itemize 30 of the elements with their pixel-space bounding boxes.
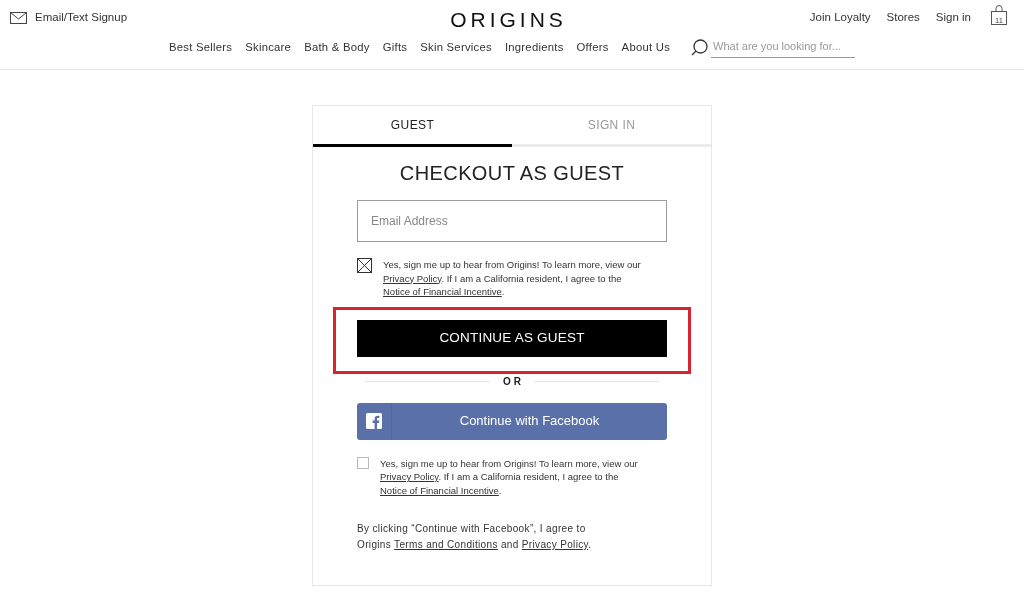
- legal-note: By clicking “Continue with Facebook”, I agree to Origins Terms and Conditions and Privacy Policy.: [357, 522, 593, 552]
- f-logo-icon: [366, 413, 382, 429]
- account-link[interactable]: Stores: [886, 9, 920, 27]
- text-link[interactable]: Terms and Conditions: [394, 539, 498, 550]
- nav-link[interactable]: Ingredients: [504, 39, 564, 57]
- nav-link[interactable]: Best Sellers: [168, 39, 233, 57]
- account-link[interactable]: Join Loyalty: [809, 9, 871, 27]
- facebook-button[interactable]: Continue with Facebook: [357, 402, 667, 440]
- shopping-bag-icon[interactable]: [991, 5, 1007, 25]
- nav-link[interactable]: About Us: [621, 39, 671, 57]
- signup-link[interactable]: Email/Text Signup: [10, 9, 128, 27]
- consent-text: Yes, sign me up to hear from Origins! To learn more, view our Privacy Policy. If I am a California resident, I agree to the Notice of Financial Incentive.: [383, 258, 642, 299]
- divider-text: OR: [502, 375, 524, 388]
- search-icon: [691, 39, 709, 57]
- nav-link[interactable]: Skin Services: [420, 39, 492, 57]
- account-link[interactable]: Sign in: [935, 9, 971, 27]
- email-field[interactable]: Email Address: [357, 200, 667, 242]
- nav-link[interactable]: Offers: [576, 39, 609, 57]
- envelope-icon: [10, 11, 27, 24]
- form-title: CHECKOUT AS GUEST: [398, 161, 626, 185]
- text-link[interactable]: Notice of Financial Incentive: [383, 286, 502, 297]
- text-link[interactable]: Notice of Financial Incentive: [380, 484, 499, 496]
- checkbox[interactable]: [357, 456, 369, 469]
- nav-link[interactable]: Skincare: [245, 39, 292, 57]
- nav-link[interactable]: Bath & Body: [304, 39, 370, 57]
- brand-logo[interactable]: ORIGINS: [450, 9, 567, 38]
- consent-text: Yes, sign me up to hear from Origins! To learn more, view our Privacy Policy. If I am a California resident, I agree to the Notice of Financial Incentive.: [380, 456, 639, 497]
- checkbox[interactable]: [357, 258, 372, 273]
- nav-link[interactable]: Gifts: [382, 39, 408, 57]
- continue-button[interactable]: CONTINUE AS GUEST: [357, 319, 667, 357]
